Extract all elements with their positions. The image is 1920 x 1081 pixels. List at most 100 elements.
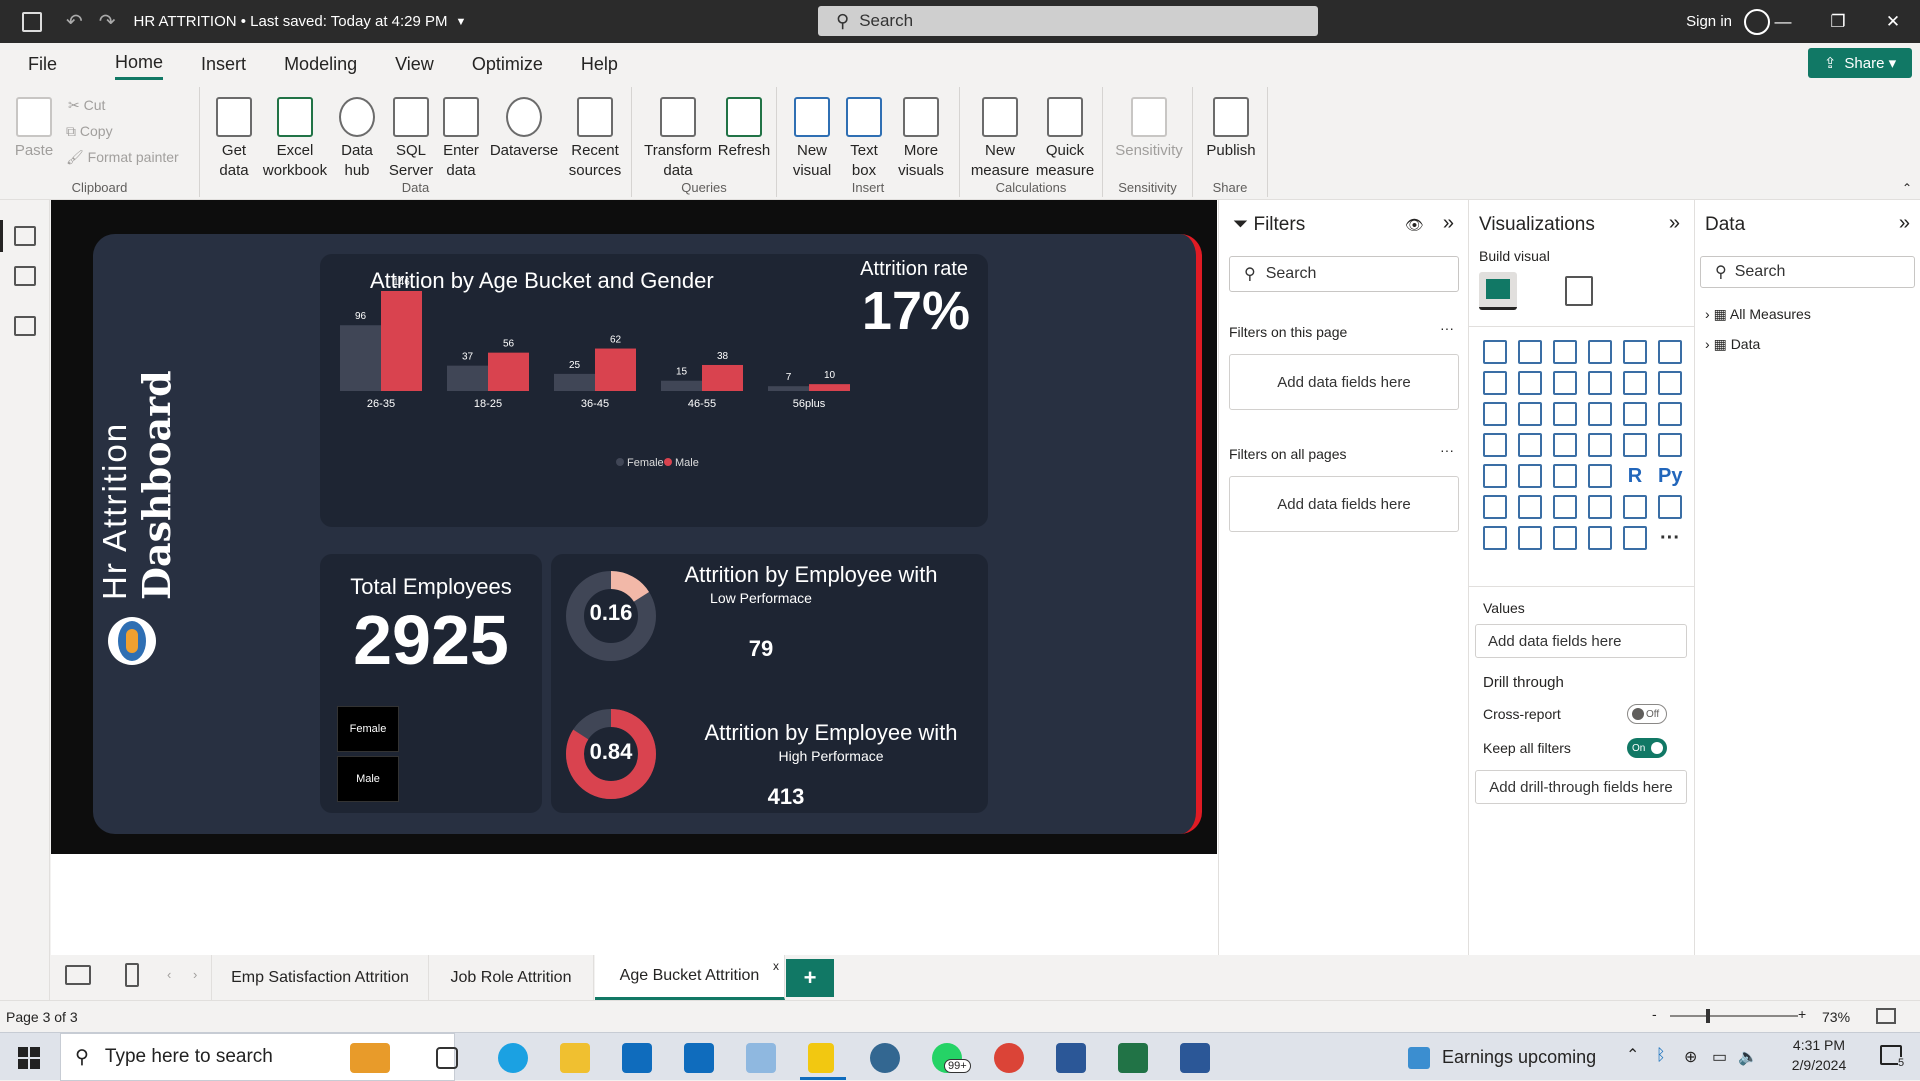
tab-file[interactable]: File [28, 48, 57, 79]
line-clustered-icon[interactable] [1623, 371, 1647, 395]
custom-c-icon[interactable] [1623, 526, 1647, 550]
file-explorer-icon[interactable] [560, 1043, 590, 1073]
page-tab-age-bucket[interactable]: Age Bucket Attrition [595, 955, 785, 1000]
100-column-icon[interactable] [1658, 340, 1682, 364]
chevron-down-icon[interactable]: ▼ [456, 16, 467, 28]
excel-icon[interactable] [1118, 1043, 1148, 1073]
slicer-icon[interactable] [1518, 464, 1542, 488]
redo-icon[interactable]: ↷ [99, 9, 116, 34]
edge-icon[interactable] [498, 1043, 528, 1073]
build-visual-tab-icon[interactable] [1479, 272, 1517, 310]
minimize-icon[interactable]: — [1760, 0, 1806, 43]
file-title[interactable]: HR ATTRITION • Last saved: Today at 4:29… [134, 13, 448, 30]
collapse-visualizations-icon[interactable]: » [1669, 212, 1680, 235]
recent-sources-button[interactable]: Recent sources [562, 97, 628, 181]
azure-map-icon[interactable] [1553, 433, 1577, 457]
zoom-out-icon[interactable]: - [1652, 1006, 1657, 1022]
data-search-input[interactable]: ⚲ Search [1700, 256, 1915, 288]
format-visual-icon[interactable] [1565, 276, 1593, 306]
excel-workbook-button[interactable]: Excel workbook [260, 97, 330, 181]
tab-help[interactable]: Help [581, 48, 618, 79]
bar-female-46-55[interactable] [661, 380, 702, 391]
share-button[interactable]: ⇪ Share ▾ [1808, 48, 1912, 78]
custom-b-icon[interactable] [1588, 526, 1612, 550]
python-visual-icon[interactable]: Py [1658, 464, 1682, 488]
paginated-icon[interactable] [1658, 495, 1682, 519]
chrome-icon[interactable] [994, 1043, 1024, 1073]
custom-a-icon[interactable] [1553, 526, 1577, 550]
table-icon[interactable] [1553, 464, 1577, 488]
stacked-column-icon[interactable] [1518, 340, 1542, 364]
taskbar-search-input[interactable]: ⚲ Type here to search [60, 1033, 455, 1081]
data-item-all-measures[interactable]: › ▦ All Measures [1705, 306, 1811, 323]
key-influencers-icon[interactable] [1483, 495, 1507, 519]
r-visual-icon[interactable]: R [1623, 464, 1647, 488]
chevron-right-icon[interactable]: › [193, 967, 197, 982]
waterfall-icon[interactable] [1483, 402, 1507, 426]
sql-app-icon[interactable] [1056, 1043, 1086, 1073]
qa-icon[interactable] [1553, 495, 1577, 519]
clustered-column-icon[interactable] [1588, 340, 1612, 364]
bar-female-56plus[interactable] [768, 386, 809, 391]
bar-female-18-25[interactable] [447, 365, 488, 391]
decomposition-tree-icon[interactable] [1518, 495, 1542, 519]
report-view-icon[interactable] [14, 226, 36, 246]
copy-button[interactable]: ⧉ Copy [66, 123, 113, 140]
attrition-age-chart-card[interactable]: Attrition by Age Bucket and Gender Attri… [320, 254, 988, 527]
new-visual-button[interactable]: New visual [787, 97, 837, 181]
publish-button[interactable]: Publish [1201, 97, 1261, 161]
multi-row-card-icon[interactable] [1658, 433, 1682, 457]
paste-button[interactable]: Paste [14, 97, 54, 161]
bar-male-46-55[interactable] [702, 364, 743, 391]
volume-icon[interactable]: 🔈 [1738, 1047, 1758, 1067]
sensitivity-button[interactable]: Sensitivity [1109, 97, 1189, 161]
windows-start-icon[interactable] [18, 1047, 40, 1069]
dataverse-button[interactable]: Dataverse [486, 97, 562, 161]
cut-button[interactable]: ✂ Cut [68, 97, 105, 114]
tab-view[interactable]: View [395, 48, 434, 79]
zoom-slider[interactable] [1670, 1015, 1798, 1017]
sql-server-button[interactable]: SQL Server [386, 97, 436, 181]
more-options-icon[interactable]: ··· [1440, 442, 1454, 458]
zoom-in-icon[interactable]: + [1798, 1006, 1806, 1022]
bar-female-26-35[interactable] [340, 325, 381, 391]
power-bi-icon[interactable] [808, 1043, 834, 1073]
keep-filters-toggle[interactable]: On [1627, 738, 1667, 758]
close-tab-icon[interactable]: x [773, 959, 779, 973]
chevron-up-icon[interactable]: ⌃ [1626, 1045, 1639, 1065]
bluetooth-icon[interactable]: ᛒ [1656, 1047, 1666, 1065]
fit-to-page-icon[interactable] [1876, 1008, 1896, 1024]
filled-map-icon[interactable] [1518, 433, 1542, 457]
model-view-icon[interactable] [14, 316, 36, 336]
stacked-area-icon[interactable] [1553, 371, 1577, 395]
tab-optimize[interactable]: Optimize [472, 48, 543, 79]
briefcase-icon[interactable] [350, 1043, 390, 1073]
kpi-icon[interactable] [1483, 464, 1507, 488]
postgres-icon[interactable] [870, 1043, 900, 1073]
ribbon-icon[interactable] [1658, 371, 1682, 395]
legend-label[interactable]: Male [675, 457, 699, 469]
search-input[interactable]: ⚲ Search [818, 6, 1318, 36]
clustered-bar-icon[interactable] [1553, 340, 1577, 364]
undo-icon[interactable]: ↶ [66, 9, 83, 34]
transform-data-button[interactable]: Transform data [640, 97, 716, 181]
100-bar-icon[interactable] [1623, 340, 1647, 364]
line-icon[interactable] [1483, 371, 1507, 395]
narrative-icon[interactable] [1588, 495, 1612, 519]
bar-male-36-45[interactable] [595, 348, 636, 391]
more-visuals-button[interactable]: More visuals [889, 97, 953, 181]
stacked-bar-icon[interactable] [1483, 340, 1507, 364]
tab-insert[interactable]: Insert [201, 48, 246, 79]
desktop-layout-icon[interactable] [65, 965, 91, 985]
drill-through-dropzone[interactable]: Add drill-through fields here [1475, 770, 1687, 804]
data-hub-button[interactable]: Data hub [330, 97, 384, 181]
text-box-button[interactable]: Text box [839, 97, 889, 181]
earnings-label[interactable]: Earnings upcoming [1442, 1047, 1596, 1068]
scatter-icon[interactable] [1553, 402, 1577, 426]
power-automate-icon[interactable] [1518, 526, 1542, 550]
chevron-left-icon[interactable]: ‹ [167, 967, 171, 982]
table-view-icon[interactable] [14, 266, 36, 286]
more-icon[interactable]: ··· [1658, 526, 1682, 550]
enter-data-button[interactable]: Enter data [436, 97, 486, 181]
quick-measure-button[interactable]: Quick measure [1032, 97, 1098, 181]
